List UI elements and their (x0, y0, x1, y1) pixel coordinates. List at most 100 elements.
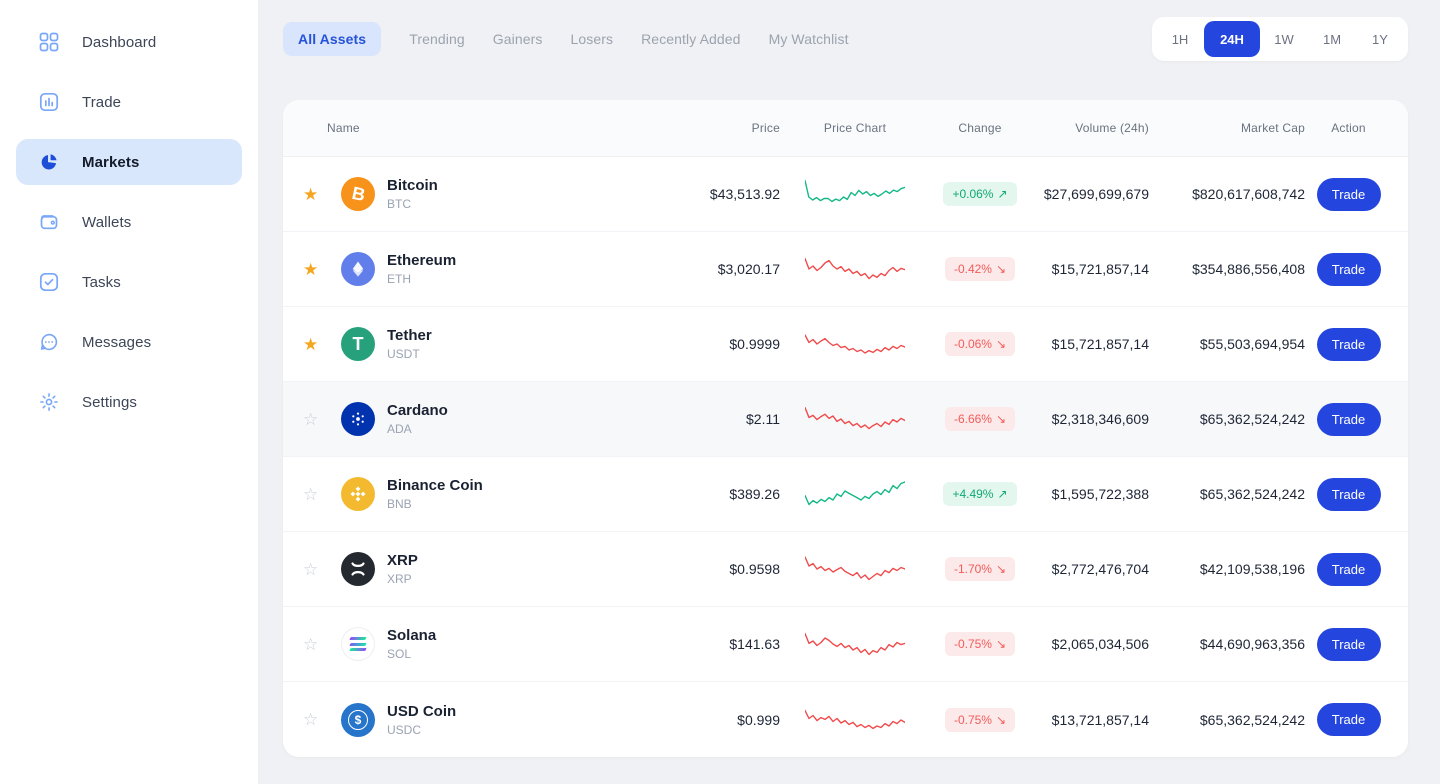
sidebar-item-trade[interactable]: Trade (16, 79, 242, 125)
change-badge: -0.42% ↘ (944, 257, 1016, 281)
trade-button[interactable]: Trade (1316, 552, 1381, 586)
sidebar-item-wallets[interactable]: Wallets (16, 199, 242, 245)
sidebar-item-label: Markets (82, 153, 140, 171)
trade-button[interactable]: Trade (1316, 252, 1381, 286)
trade-button[interactable]: Trade (1316, 477, 1381, 511)
sol-coin-icon (341, 627, 375, 661)
arrow-down-right-icon: ↘ (995, 562, 1007, 576)
timeframe-1h[interactable]: 1H (1156, 21, 1204, 57)
tab-trending[interactable]: Trending (409, 22, 465, 56)
asset-name: Solana (387, 627, 437, 644)
tab-gainers[interactable]: Gainers (493, 22, 543, 56)
market-cap-cell: $65,362,524,242 (1199, 711, 1305, 728)
trade-button[interactable]: Trade (1316, 327, 1381, 361)
markets-icon (38, 151, 60, 173)
favorite-star-icon[interactable]: ☆ (303, 561, 327, 578)
eth-coin-icon (341, 252, 375, 286)
bitcoin-logo-icon: B (349, 182, 367, 205)
trade-icon (38, 91, 60, 113)
table-row: ★ T Tether USDT $0.9999 -0.06% ↘ $15,721… (283, 307, 1408, 382)
wallets-icon (38, 211, 60, 233)
sidebar-item-markets[interactable]: Markets (16, 139, 242, 185)
sidebar-item-tasks[interactable]: Tasks (16, 259, 242, 305)
favorite-star-icon[interactable]: ★ (303, 261, 327, 278)
favorite-star-icon[interactable]: ☆ (303, 711, 327, 728)
timeframe-selector: 1H 24H 1W 1M 1Y (1152, 17, 1408, 61)
change-badge: +0.06% ↗ (943, 182, 1017, 206)
tab-my-watchlist[interactable]: My Watchlist (769, 22, 849, 56)
asset-cell: Solana SOL (327, 627, 660, 661)
cardano-logo-icon (352, 412, 364, 426)
timeframe-1m[interactable]: 1M (1308, 21, 1356, 57)
arrow-down-right-icon: ↘ (995, 262, 1007, 276)
arrow-down-right-icon: ↘ (995, 712, 1007, 727)
asset-name: Bitcoin (387, 177, 438, 194)
change-value: -0.42% (953, 262, 992, 276)
volume-cell: $1,595,722,388 (1051, 486, 1149, 502)
volume-cell: $15,721,857,14 (1051, 336, 1149, 352)
change-value: +0.06% (952, 187, 994, 201)
price-chart-sparkline (780, 551, 930, 587)
arrow-down-right-icon: ↘ (995, 637, 1007, 651)
trade-button[interactable]: Trade (1316, 402, 1381, 436)
solana-logo-icon (349, 637, 367, 651)
market-cap-cell: $65,362,524,242 (1199, 486, 1305, 502)
change-badge: -0.75% ↘ (944, 707, 1016, 732)
trade-button[interactable]: Trade (1316, 177, 1381, 211)
column-header-market-cap: Market Cap (1240, 121, 1305, 135)
xrp-logo-icon (351, 562, 365, 576)
tab-recently-added[interactable]: Recently Added (641, 22, 740, 56)
timeframe-1w[interactable]: 1W (1260, 21, 1308, 57)
market-cap-cell: $55,503,694,954 (1199, 336, 1305, 352)
price-chart-sparkline (780, 626, 930, 662)
column-header-name: Name (327, 121, 360, 135)
asset-name: XRP (387, 552, 418, 569)
favorite-star-icon[interactable]: ☆ (303, 636, 327, 653)
change-badge: -6.66% ↘ (944, 407, 1016, 431)
trade-button[interactable]: Trade (1316, 627, 1381, 661)
sidebar-item-label: Settings (82, 393, 137, 411)
change-value: -6.66% (953, 412, 992, 426)
asset-cell: $ USD Coin USDC (327, 702, 660, 737)
main-content: All Assets Trending Gainers Losers Recen… (258, 0, 1440, 784)
volume-cell: $27,699,699,679 (1043, 186, 1149, 202)
change-value: +4.49% (952, 487, 994, 501)
table-body: ★ B Bitcoin BTC $43,513.92 +0.06% ↗ $27,… (283, 157, 1408, 757)
tab-all-assets[interactable]: All Assets (283, 22, 382, 56)
market-cap-cell: $42,109,538,196 (1199, 561, 1305, 577)
arrow-up-right-icon: ↗ (997, 187, 1008, 201)
asset-symbol: ETH (387, 272, 411, 286)
sidebar-item-dashboard[interactable]: Dashboard (16, 19, 242, 65)
market-cap-cell: $820,617,608,742 (1192, 186, 1305, 202)
favorite-star-icon[interactable]: ☆ (303, 411, 327, 428)
change-badge: +4.49% ↗ (943, 482, 1017, 506)
sidebar-item-label: Tasks (82, 273, 121, 291)
arrow-down-right-icon: ↘ (995, 337, 1007, 351)
change-badge: -0.75% ↘ (944, 632, 1016, 656)
price-chart-sparkline (780, 251, 930, 287)
favorite-star-icon[interactable]: ☆ (303, 486, 327, 503)
timeframe-1y[interactable]: 1Y (1356, 21, 1404, 57)
trade-button[interactable]: Trade (1316, 703, 1381, 736)
timeframe-24h[interactable]: 24H (1204, 21, 1260, 57)
asset-cell: Ethereum ETH (327, 252, 660, 286)
btc-coin-icon: B (341, 177, 375, 211)
sidebar-item-label: Messages (82, 333, 152, 351)
change-value: -1.70% (953, 562, 992, 576)
sidebar-item-messages[interactable]: Messages (16, 319, 242, 365)
market-cap-cell: $354,886,556,408 (1192, 261, 1305, 277)
asset-cell: T Tether USDT (327, 327, 660, 361)
table-row: ☆ $ USD Coin USDC $0.999 -0.75% ↘ $13,72… (283, 682, 1408, 757)
tasks-icon (38, 271, 60, 293)
volume-cell: $2,772,476,704 (1051, 561, 1149, 577)
change-badge: -1.70% ↘ (944, 557, 1016, 581)
favorite-star-icon[interactable]: ★ (303, 186, 327, 203)
asset-cell: Cardano ADA (327, 402, 660, 436)
change-badge: -0.06% ↘ (944, 332, 1016, 356)
asset-name: Ethereum (387, 252, 457, 269)
tab-losers[interactable]: Losers (570, 22, 613, 56)
asset-symbol: SOL (387, 647, 412, 661)
table-row: ☆ XRP XRP $0.9598 -1.70% ↘ $2,772,476,70… (283, 532, 1408, 607)
sidebar-item-settings[interactable]: Settings (16, 379, 242, 425)
favorite-star-icon[interactable]: ★ (303, 336, 327, 353)
